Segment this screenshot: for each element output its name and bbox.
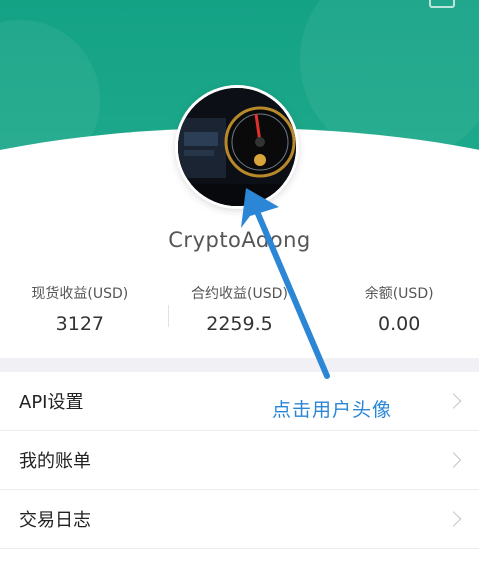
stats-divider	[168, 305, 169, 327]
stat-balance: 余额(USD) 0.00	[319, 283, 479, 343]
stat-label: 现货收益(USD)	[31, 286, 129, 302]
section-divider	[0, 358, 479, 372]
settings-menu: API设置 我的账单 交易日志	[0, 372, 479, 549]
menu-item-label: 我的账单	[19, 451, 91, 472]
menu-item-api-settings[interactable]: API设置	[0, 372, 479, 431]
stats-row: 现货收益(USD) 3127 合约收益(USD) 2259.5 余额(USD) …	[0, 283, 479, 343]
chevron-right-icon	[445, 393, 462, 409]
menu-item-label: 交易日志	[19, 510, 91, 531]
menu-item-trade-log[interactable]: 交易日志	[0, 490, 479, 549]
annotation-text: 点击用户头像	[272, 399, 393, 421]
stat-spot-profit: 现货收益(USD) 3127	[0, 283, 160, 343]
chevron-right-icon	[445, 511, 462, 527]
chevron-right-icon	[445, 452, 462, 468]
stat-value: 2259.5	[206, 313, 273, 335]
stat-label: 合约收益(USD)	[191, 286, 288, 302]
stat-contract-profit: 合约收益(USD) 2259.5	[160, 283, 320, 343]
menu-item-my-bills[interactable]: 我的账单	[0, 431, 479, 490]
stat-label: 余额(USD)	[364, 286, 434, 302]
user-avatar[interactable]	[178, 88, 296, 206]
username: CryptoAdong	[168, 228, 311, 252]
stat-value: 3127	[55, 313, 104, 335]
avatar-image	[178, 88, 296, 206]
menu-item-label: API设置	[19, 392, 84, 413]
status-bar-icon	[429, 0, 455, 8]
stat-value: 0.00	[377, 313, 421, 335]
